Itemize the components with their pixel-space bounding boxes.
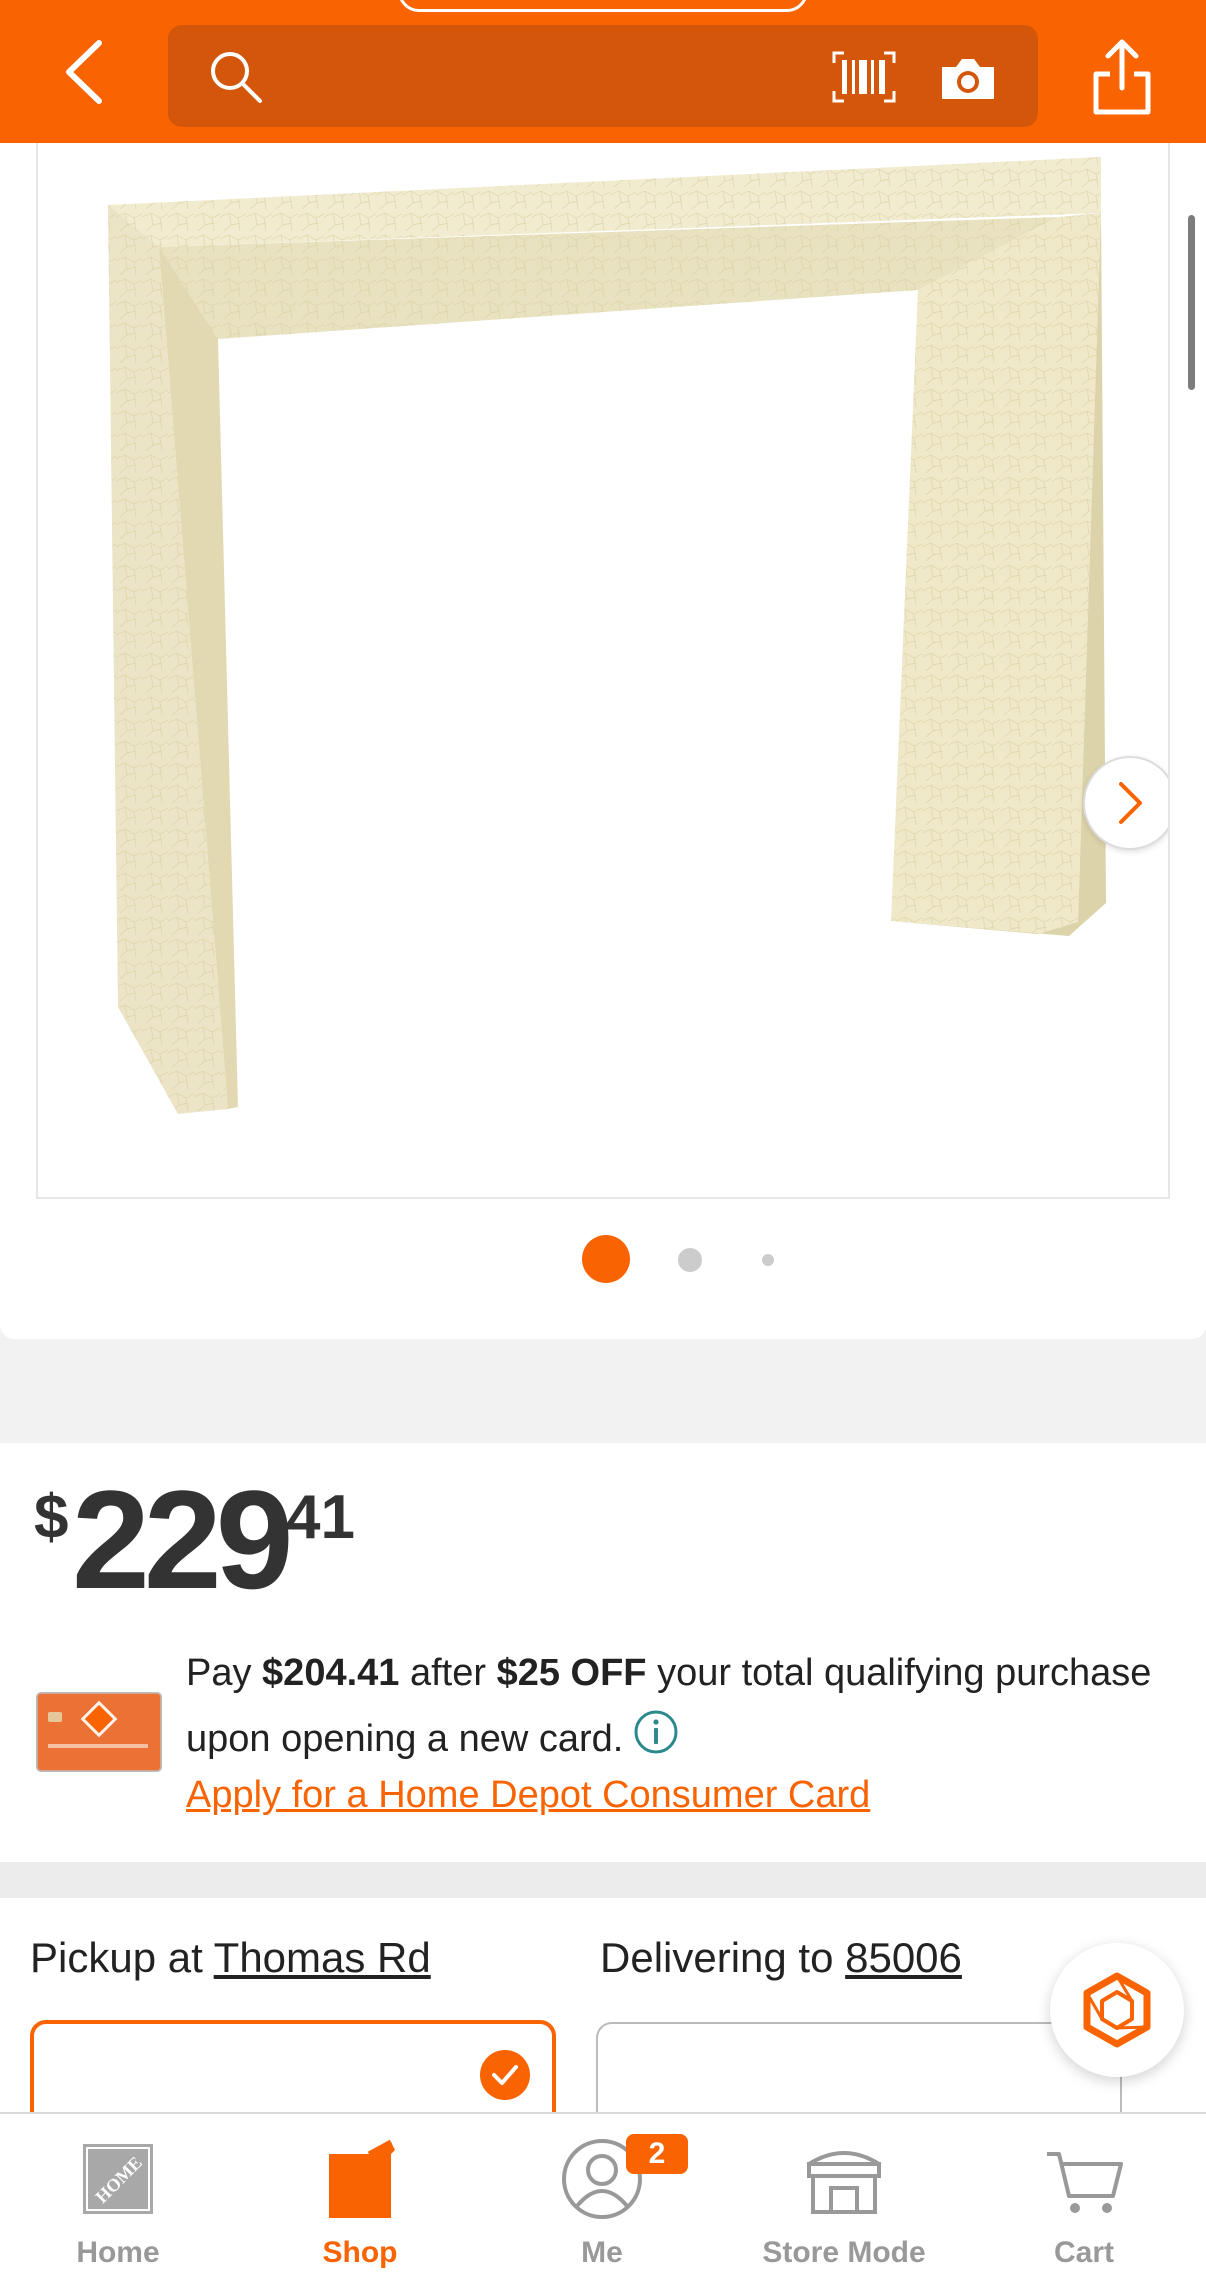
storefront-icon — [807, 2151, 881, 2214]
promo-discounted-price: $204.41 — [262, 1652, 400, 1694]
promo-pay-prefix: Pay — [186, 1652, 263, 1694]
share-icon — [1093, 39, 1151, 115]
tab-store-mode[interactable]: Store Mode — [744, 2114, 944, 2294]
pagination-dot-active[interactable] — [582, 1235, 630, 1283]
camera-icon[interactable] — [938, 53, 998, 103]
tab-store-mode-label: Store Mode — [762, 2236, 926, 2269]
price-currency: $ — [34, 1483, 69, 1552]
chevron-left-icon — [66, 40, 102, 104]
share-button[interactable] — [1090, 36, 1154, 116]
promo-after-text: after — [399, 1652, 497, 1694]
promo-description: Pay $204.41 after $25 OFF your total qua… — [186, 1640, 1166, 1772]
delivery-prefix: Delivering to — [600, 1934, 846, 1981]
home-depot-credit-card-icon — [36, 1692, 162, 1772]
search-icon — [211, 52, 262, 103]
chevron-right-icon — [1119, 782, 1142, 824]
tab-cart-label: Cart — [1053, 2236, 1114, 2269]
info-icon[interactable] — [633, 1709, 679, 1755]
delivery-heading: Delivering to 85006 — [600, 1934, 962, 1982]
tab-shop[interactable]: Shop — [260, 2114, 460, 2294]
section-divider — [0, 1325, 1206, 1443]
pagination-dot[interactable] — [762, 1254, 774, 1266]
top-app-bar — [0, 0, 1206, 143]
image-pagination — [0, 1235, 1206, 1285]
pickup-store-link[interactable]: Thomas Rd — [214, 1934, 431, 1981]
fulfillment-options: Pickup at Thomas Rd Delivering to 85006 — [0, 1898, 1206, 2142]
tab-shop-label: Shop — [322, 2236, 398, 2269]
next-image-button[interactable] — [1083, 756, 1168, 850]
tab-me[interactable]: 2 Me — [502, 2114, 702, 2294]
tab-me-label: Me — [581, 2236, 623, 2269]
chat-assistant-button[interactable] — [1050, 1943, 1184, 2077]
chat-assistant-icon — [1083, 1972, 1151, 2048]
back-button[interactable] — [48, 36, 118, 108]
search-input[interactable] — [168, 25, 1038, 127]
product-image[interactable] — [38, 143, 1170, 1199]
delivery-zip-link[interactable]: 85006 — [845, 1934, 962, 1981]
cart-icon — [1047, 2152, 1123, 2213]
tab-home[interactable]: HOME Home — [18, 2114, 218, 2294]
pagination-dot[interactable] — [678, 1248, 702, 1272]
pickup-heading: Pickup at Thomas Rd — [30, 1934, 431, 1982]
scrollbar[interactable] — [1188, 215, 1195, 390]
price-cents: 41 — [286, 1483, 355, 1552]
home-depot-logo-icon: HOME — [83, 2144, 153, 2214]
promo-discount: $25 OFF — [496, 1652, 647, 1694]
apply-card-link[interactable]: Apply for a Home Depot Consumer Card — [186, 1774, 870, 1817]
pickup-prefix: Pickup at — [30, 1934, 214, 1981]
selected-check-icon — [480, 2050, 530, 2100]
barcode-scan-icon[interactable] — [832, 51, 896, 103]
shop-tag-icon — [329, 2139, 395, 2218]
bottom-tab-bar: HOME Home Shop 2 Me Store Mode Cart — [0, 2112, 1206, 2294]
price-whole: 229 — [72, 1461, 294, 1618]
section-divider — [0, 1862, 1206, 1898]
product-image-gallery[interactable] — [36, 143, 1170, 1199]
notification-badge: 2 — [626, 2134, 688, 2174]
dynamic-island-outline — [398, 0, 808, 12]
tab-cart[interactable]: Cart — [984, 2114, 1184, 2294]
credit-card-promo: Pay $204.41 after $25 OFF your total qua… — [0, 1640, 1206, 1820]
tab-home-label: Home — [76, 2236, 160, 2269]
